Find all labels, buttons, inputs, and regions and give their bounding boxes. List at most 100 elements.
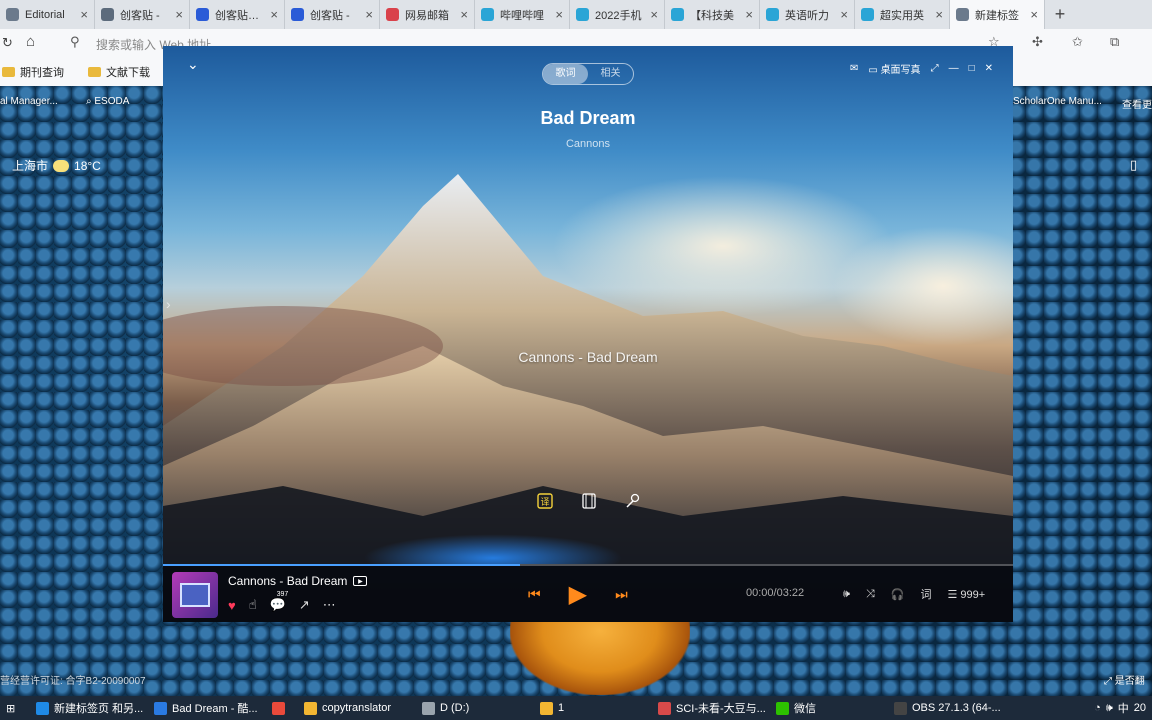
playlist-button[interactable]: ☰ 999+ [947, 588, 985, 601]
taskbar-app[interactable]: copytranslator [298, 696, 416, 720]
like-heart-icon[interactable]: ♥ [228, 598, 236, 613]
app-icon [894, 701, 907, 715]
ime-indicator[interactable]: 中 [1118, 700, 1129, 716]
volume-icon[interactable]: 🕪 [1106, 702, 1113, 715]
quicklink-scholarone[interactable]: ScholarOne Manu... [1013, 96, 1102, 107]
extensions-icon[interactable]: ✣ [1032, 34, 1043, 50]
taskbar-app[interactable]: D (D:) [416, 696, 534, 720]
close-tab-icon[interactable]: × [840, 7, 848, 22]
transport-controls: ⏮ ▶ ⏭ [528, 580, 628, 609]
tab-lyrics[interactable]: 歌词 [543, 64, 588, 84]
shuffle-icon[interactable]: ⤨ [866, 588, 875, 601]
close-tab-icon[interactable]: × [460, 7, 468, 22]
phone-icon[interactable]: ▯ [1130, 157, 1137, 173]
browser-tab[interactable]: 创客贴 - × [285, 0, 380, 29]
browser-tab[interactable]: 超实用英 × [855, 0, 950, 29]
lyrics-toggle[interactable]: 词 [920, 586, 931, 602]
collapse-chevron-icon[interactable]: ⌄ [187, 56, 199, 73]
close-tab-icon[interactable]: × [365, 7, 373, 22]
bookmark-label: 期刊查询 [20, 66, 64, 79]
browser-tab[interactable]: Editorial × [0, 0, 95, 29]
bookmark-journal-query[interactable]: 期刊查询 [2, 64, 64, 80]
browser-tab[interactable]: 新建标签 × [950, 0, 1045, 29]
taskbar-app[interactable]: 微信 [770, 696, 888, 720]
taskbar-app[interactable]: 新建标签页 和另... [30, 696, 148, 720]
tab-title: 哔哩哔哩 [500, 9, 544, 22]
app-icon [422, 701, 435, 715]
translate-prompt[interactable]: ⤢ 是否翻 [1104, 672, 1145, 687]
folder-icon [2, 66, 15, 77]
fullscreen-icon[interactable]: ⤢ [931, 63, 939, 74]
close-icon[interactable]: ✕ [985, 63, 993, 74]
bilibili-icon [766, 8, 779, 21]
close-tab-icon[interactable]: × [1030, 7, 1038, 22]
new-tab-icon[interactable]: + [1045, 0, 1075, 29]
karaoke-mic-icon[interactable] [624, 492, 642, 510]
close-tab-icon[interactable]: × [555, 7, 563, 22]
extra-controls: 🕪 ⤨ 🎧 词 ☰ 999+ [843, 586, 985, 602]
browser-tab[interactable]: 2022手机 × [570, 0, 665, 29]
start-icon[interactable]: ⊞ [0, 696, 30, 720]
close-tab-icon[interactable]: × [745, 7, 753, 22]
taskbar-app[interactable]: OBS 27.1.3 (64-... [888, 696, 1006, 720]
close-tab-icon[interactable]: × [80, 7, 88, 22]
browser-tab[interactable]: 创客贴_广 × [190, 0, 285, 29]
bookmark-literature-download[interactable]: 文献下载 [88, 64, 150, 80]
maximize-icon[interactable]: □ [969, 63, 975, 74]
taskbar-app[interactable]: Bad Dream - 酷... [148, 696, 266, 720]
translate-icon[interactable]: 译 [536, 492, 554, 510]
play-icon[interactable]: ▶ [569, 580, 587, 609]
expand-icon: ⤢ [1104, 676, 1115, 687]
taskbar-app[interactable]: 1 [534, 696, 652, 720]
tab-related[interactable]: 相关 [588, 64, 633, 84]
network-icon[interactable]: ◔ [1094, 702, 1101, 714]
clock[interactable]: 20 [1134, 702, 1146, 714]
collections-icon[interactable]: ⧉ [1110, 34, 1119, 50]
tab-title: 网易邮箱 [405, 9, 449, 22]
browser-tab[interactable]: 【科技美 × [665, 0, 760, 29]
tab-title: 超实用英 [880, 9, 924, 22]
browser-tab[interactable]: 哔哩哔哩 × [475, 0, 570, 29]
weather-widget[interactable]: 上海市 18°C [12, 157, 101, 174]
desktop-photo-button[interactable]: ▭ 桌面写真 [868, 61, 920, 76]
close-tab-icon[interactable]: × [650, 7, 658, 22]
player-titlebar: ⌄ 歌词 相关 ✉ ▭ 桌面写真 ⤢ — □ ✕ [163, 46, 1013, 88]
bilibili-icon [481, 8, 494, 21]
favorites-icon[interactable]: ✩ [1072, 34, 1083, 50]
home-icon[interactable]: ⌂ [26, 33, 35, 50]
more-icon[interactable]: ⋯ [323, 597, 336, 613]
back-icon[interactable]: ↻ [2, 35, 13, 51]
previous-icon[interactable]: ⏮ [528, 586, 541, 603]
browser-tab[interactable]: 创客贴 - × [95, 0, 190, 29]
playlist-count: 999+ [960, 588, 986, 601]
taskbar-app-label: Bad Dream - 酷... [172, 703, 258, 715]
volume-icon[interactable]: 🕪 [843, 588, 850, 601]
app-icon [36, 701, 49, 715]
taskbar-app[interactable] [266, 696, 298, 720]
mv-icon[interactable]: ▶ [353, 576, 368, 586]
audio-effect-icon[interactable]: 🎧 [891, 588, 905, 601]
side-panel-chevron-icon[interactable]: › [166, 296, 171, 312]
close-tab-icon[interactable]: × [270, 7, 278, 22]
taskbar-app[interactable]: SCI-未看-大豆与... [652, 696, 770, 720]
browser-tab[interactable]: 英语听力 × [760, 0, 855, 29]
quicklink-more[interactable]: 查看更 [1122, 96, 1152, 111]
mail-icon[interactable]: ✉ [850, 63, 858, 74]
quicklink-manager[interactable]: al Manager... [0, 96, 58, 107]
video-icon[interactable] [580, 492, 598, 510]
tab-title: 英语听力 [785, 9, 829, 22]
minimize-icon[interactable]: — [949, 63, 959, 74]
close-tab-icon[interactable]: × [175, 7, 183, 22]
share-icon[interactable]: ↗ [299, 597, 310, 613]
close-tab-icon[interactable]: × [935, 7, 943, 22]
browser-tab[interactable]: 网易邮箱 × [380, 0, 475, 29]
weather-city: 上海市 [12, 159, 49, 173]
browser-tab-strip: Editorial × 创客贴 - × 创客贴_广 × 创客贴 - × 网易邮箱 × 哔哩哔哩 × 20… [0, 0, 1152, 29]
next-icon[interactable]: ⏭ [615, 586, 628, 603]
album-cover[interactable] [172, 572, 218, 618]
song-artist[interactable]: Cannons [163, 138, 1013, 150]
hand-icon[interactable]: ☝ [249, 597, 257, 613]
now-playing-title[interactable]: Cannons - Bad Dream [228, 574, 347, 588]
comment-button[interactable]: 💬 397 [270, 591, 289, 613]
quicklink-esoda[interactable]: ⌕ ESODA [86, 96, 129, 107]
